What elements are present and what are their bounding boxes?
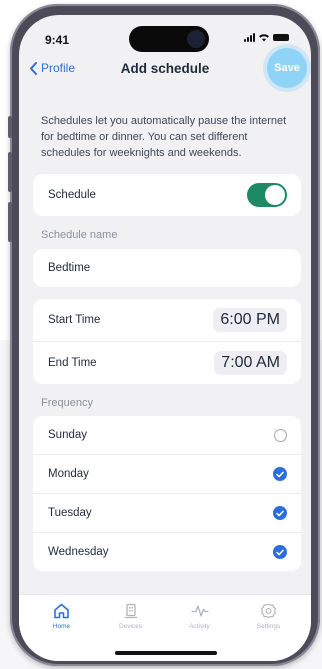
home-indicator [115,651,217,655]
schedule-name-card: Bedtime [33,249,301,287]
dynamic-island [129,26,209,52]
volume-up-button [8,152,12,192]
checkmark-icon[interactable] [273,545,287,559]
tab-label: Activity [189,623,210,630]
toggle-knob [265,185,285,205]
end-time-label: End Time [48,357,97,369]
cellular-signal-icon [244,33,255,42]
time-card: Start Time 6:00 PM End Time 7:00 AM [33,299,301,384]
navigation-bar: Profile Add schedule Save [19,48,311,89]
battery-icon [273,34,289,41]
save-button[interactable]: Save [267,48,307,88]
volume-down-button [8,202,12,242]
schedule-name-value: Bedtime [48,262,91,274]
status-time: 9:41 [45,33,70,47]
end-time-picker[interactable]: 7:00 AM [214,351,287,375]
settings-icon [261,603,276,619]
start-time-label: Start Time [48,314,101,326]
schedule-toggle-row: Schedule [33,174,301,216]
day-label: Monday [48,468,89,480]
checkmark-icon[interactable] [273,506,287,520]
tab-label: Devices [118,623,143,630]
frequency-card: Sunday Monday Tuesday Wednesday [33,416,301,571]
day-row-tuesday[interactable]: Tuesday [33,493,301,532]
schedule-toggle-card: Schedule [33,174,301,216]
schedule-toggle[interactable] [247,183,287,207]
schedule-form: Schedules let you automatically pause th… [19,113,311,571]
stage: 9:41 Profile Add schedule Save Schedules… [0,0,322,669]
camera-icon [187,30,205,48]
day-label: Sunday [48,429,88,441]
tab-devices[interactable]: Devices [98,603,164,630]
start-time-row: Start Time 6:00 PM [33,299,301,341]
checkmark-icon[interactable] [273,467,287,481]
wifi-icon [259,34,269,42]
status-icons [244,33,289,42]
devices-icon [124,603,137,619]
schedule-name-field[interactable]: Bedtime [33,249,301,287]
day-row-sunday[interactable]: Sunday [33,416,301,454]
schedule-name-section-label: Schedule name [41,229,118,241]
schedule-toggle-label: Schedule [48,189,96,201]
unselected-radio-icon[interactable] [274,428,287,442]
day-label: Tuesday [48,507,92,519]
mute-switch [8,116,12,138]
phone-screen: 9:41 Profile Add schedule Save Schedules… [19,15,311,661]
day-row-wednesday[interactable]: Wednesday [33,532,301,571]
home-icon [54,603,69,619]
tab-bar: Home Devices Activity Settings [19,594,311,661]
tab-home[interactable]: Home [29,603,95,630]
day-label: Wednesday [48,546,109,558]
tab-settings[interactable]: Settings [236,603,302,630]
intro-text: Schedules let you automatically pause th… [41,115,287,159]
activity-icon [190,605,209,617]
day-row-monday[interactable]: Monday [33,454,301,493]
tab-list: Home Devices Activity Settings [19,595,311,630]
frequency-section-label: Frequency [41,397,93,409]
end-time-row: End Time 7:00 AM [33,341,301,384]
tab-activity[interactable]: Activity [167,603,233,630]
tab-label: Home [52,623,71,630]
start-time-picker[interactable]: 6:00 PM [213,308,287,332]
tab-label: Settings [256,623,281,630]
status-bar: 9:41 [19,15,311,59]
